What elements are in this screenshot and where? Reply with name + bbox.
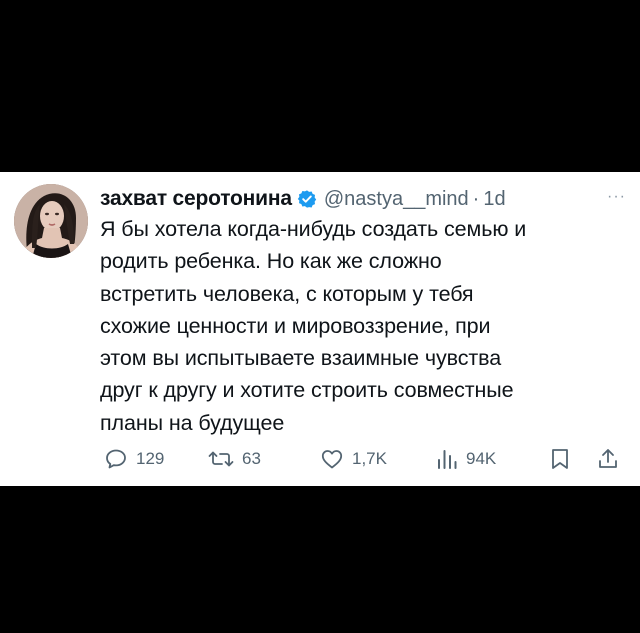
- user-handle[interactable]: @nastya__mind: [324, 188, 469, 211]
- display-name[interactable]: захват серотонина: [100, 187, 292, 211]
- retweet-button[interactable]: 63: [208, 444, 261, 474]
- avatar[interactable]: [14, 184, 88, 258]
- views-count: 94K: [466, 449, 497, 468]
- share-button[interactable]: [596, 444, 620, 474]
- separator-dot: ·: [472, 187, 480, 210]
- reply-count: 129: [136, 449, 165, 468]
- tweet-text-line: Я бы хотела когда-нибудь создать семью и: [100, 217, 527, 241]
- heart-icon: [321, 450, 343, 469]
- tweet-text-line: друг к другу и хотите строить совместные: [100, 378, 514, 403]
- share-icon: [599, 449, 617, 468]
- like-count: 1,7K: [352, 449, 387, 468]
- screenshot-frame: захват серотонина @nastya__mind · 1d ···…: [0, 0, 640, 633]
- tweet-text-line: схожие ценности и мировоззрение, при: [100, 313, 491, 338]
- reply-button[interactable]: 129: [104, 444, 164, 474]
- like-button[interactable]: 1,7K: [320, 444, 387, 474]
- tweet-text-line: планы на будущее: [100, 410, 285, 435]
- retweet-count: 63: [242, 449, 261, 468]
- reply-icon: [106, 449, 126, 469]
- retweet-icon: [208, 451, 234, 467]
- tweet-actions-bar: 129 63 1,7K 94K: [100, 444, 630, 474]
- views-chart-icon: [438, 450, 457, 469]
- more-options-icon[interactable]: ···: [607, 188, 626, 206]
- verified-badge-icon: [297, 189, 317, 209]
- tweet-header: захват серотонина @nastya__mind · 1d: [100, 184, 626, 214]
- timestamp[interactable]: 1d: [483, 188, 505, 211]
- tweet-text-line: встретить человека, с которым у тебя: [100, 281, 474, 306]
- tweet-text-line: родить ребенка. Но как же сложно: [100, 249, 442, 274]
- bookmark-button[interactable]: [549, 444, 571, 474]
- views-button[interactable]: 94K: [436, 444, 496, 474]
- tweet-text-line: этом вы испытываете взаимные чувства: [100, 346, 502, 371]
- tweet-text: Я бы хотела когда-нибудь создать семью и…: [100, 213, 620, 439]
- bookmark-icon: [552, 449, 568, 469]
- tweet-card[interactable]: захват серотонина @nastya__mind · 1d ···…: [0, 172, 640, 486]
